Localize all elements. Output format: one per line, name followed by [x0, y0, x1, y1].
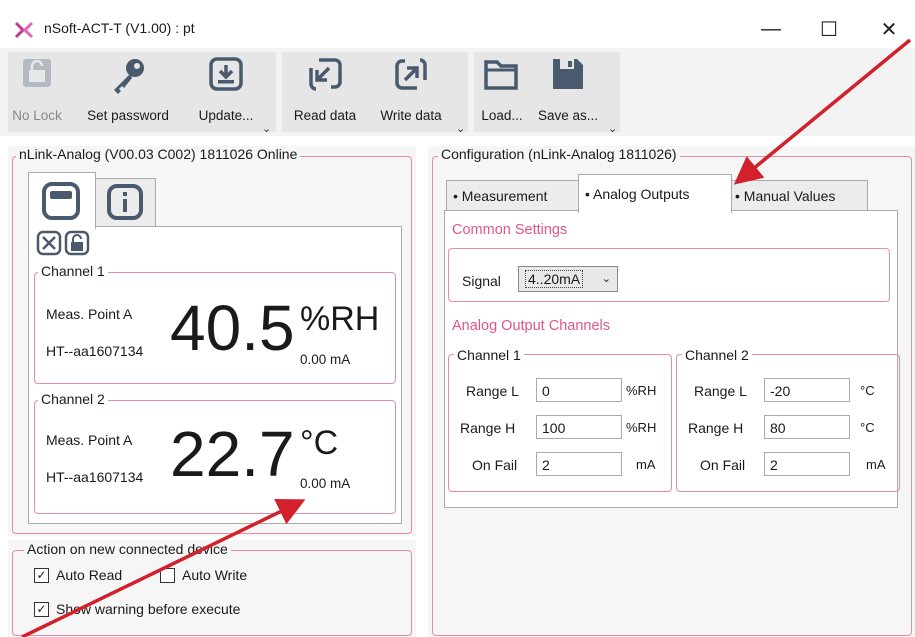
- more-chevron-icon[interactable]: ⌄: [456, 122, 465, 135]
- no-lock-icon: [23, 59, 51, 87]
- maximize-icon: ☐: [820, 18, 838, 41]
- no-lock-label: No Lock: [12, 108, 62, 123]
- device-panel-title: nLink-Analog (V00.03 C002) 1811026 Onlin…: [16, 146, 301, 162]
- config-panel-title: Configuration (nLink-Analog 1811026): [438, 146, 680, 162]
- toolbar-group-security: No Lock Set password Update... ⌄: [8, 52, 276, 135]
- channel-1-value: 40.5: [170, 292, 295, 364]
- range-l-label: Range L: [694, 383, 747, 399]
- channel-1-range-l-unit: %RH: [626, 383, 657, 398]
- channel-2-sensor: HT--aa1607134: [46, 469, 144, 485]
- update-button[interactable]: Update...: [188, 52, 264, 132]
- write-data-button[interactable]: Write data: [368, 52, 454, 132]
- channel-1-range-h-unit: %RH: [626, 420, 657, 435]
- auto-read-label: Auto Read: [56, 567, 123, 583]
- no-lock-button[interactable]: No Lock: [8, 52, 66, 132]
- write-data-label: Write data: [380, 108, 442, 123]
- range-h-label: Range H: [460, 420, 516, 436]
- minimize-button[interactable]: —: [748, 12, 794, 46]
- app-logo-icon: [14, 21, 34, 39]
- update-label: Update...: [198, 108, 254, 123]
- auto-read-checkbox[interactable]: ✓: [34, 568, 49, 583]
- maximize-button[interactable]: ☐: [806, 12, 852, 46]
- load-button[interactable]: Load...: [474, 52, 530, 132]
- common-settings-heading: Common Settings: [452, 222, 568, 238]
- save-as-label: Save as...: [537, 108, 599, 123]
- channel-1-on-fail-input[interactable]: 2: [536, 452, 622, 476]
- channel-1-range-h-input[interactable]: 100: [536, 415, 622, 439]
- close-button[interactable]: ✕: [866, 12, 912, 46]
- channel-2-on-fail-unit: mA: [866, 457, 886, 472]
- tab-display[interactable]: [28, 172, 96, 229]
- channel-2-title: Channel 2: [38, 391, 108, 407]
- channel-2-range-h-input[interactable]: 80: [764, 415, 850, 439]
- set-password-label: Set password: [87, 108, 169, 123]
- channel-2-range-l-unit: °C: [860, 383, 875, 398]
- unlock-icon[interactable]: [64, 230, 90, 256]
- auto-write-checkbox[interactable]: [160, 568, 175, 583]
- chevron-down-icon: ⌄: [601, 273, 611, 285]
- signal-value: 4..20mA: [525, 270, 584, 288]
- action-groupbox: [12, 550, 412, 636]
- set-password-button[interactable]: Set password: [80, 52, 176, 132]
- minimize-icon: —: [761, 17, 781, 40]
- save-as-button[interactable]: Save as...: [530, 52, 606, 132]
- window-title: nSoft-ACT-T (V1.00) : pt: [44, 20, 195, 36]
- display-icon: [42, 182, 80, 220]
- toolbar-group-data: Read data Write data ⌄: [282, 52, 468, 135]
- read-data-button[interactable]: Read data: [282, 52, 368, 132]
- channel-2-point: Meas. Point A: [46, 432, 133, 448]
- show-warning-label: Show warning before execute: [56, 601, 241, 617]
- download-icon: [209, 57, 243, 91]
- toolbar: No Lock Set password Update... ⌄ Read da…: [0, 48, 915, 136]
- channel-2-range-h-unit: °C: [860, 420, 875, 435]
- save-disk-icon: [553, 59, 583, 89]
- read-data-icon: [309, 58, 342, 91]
- read-data-label: Read data: [293, 108, 357, 123]
- channel-2-value: 22.7: [170, 418, 295, 490]
- common-settings-box: [448, 248, 890, 302]
- channel-1-unit: %RH: [300, 300, 380, 338]
- channel-1-on-fail-unit: mA: [636, 457, 656, 472]
- tab-analog-outputs[interactable]: • Analog Outputs: [578, 174, 732, 213]
- channel-1-range-l-input[interactable]: 0: [536, 378, 622, 402]
- range-l-label: Range L: [466, 383, 519, 399]
- output-channel-2-title: Channel 2: [682, 347, 752, 363]
- auto-write-label: Auto Write: [182, 567, 248, 583]
- tab-manual-values[interactable]: • Manual Values: [728, 180, 868, 211]
- disconnect-icon[interactable]: [36, 230, 62, 256]
- analog-output-channels-heading: Analog Output Channels: [452, 318, 610, 334]
- show-warning-checkbox[interactable]: ✓: [34, 602, 49, 617]
- info-icon: [107, 184, 143, 220]
- close-icon: ✕: [880, 18, 898, 41]
- more-chevron-icon[interactable]: ⌄: [608, 122, 617, 135]
- signal-select[interactable]: 4..20mA ⌄: [518, 266, 618, 292]
- range-h-label: Range H: [688, 420, 744, 436]
- channel-1-title: Channel 1: [38, 263, 108, 279]
- channel-1-sensor: HT--aa1607134: [46, 343, 144, 359]
- channel-2-unit: °C: [300, 424, 339, 462]
- tab-info[interactable]: [94, 178, 156, 227]
- channel-2-current: 0.00 mA: [300, 476, 351, 491]
- output-channel-1-title: Channel 1: [454, 347, 524, 363]
- channel-1-current: 0.00 mA: [300, 352, 351, 367]
- channel-2-on-fail-input[interactable]: 2: [764, 452, 850, 476]
- key-icon: [114, 59, 144, 94]
- on-fail-label: On Fail: [700, 457, 746, 473]
- more-chevron-icon[interactable]: ⌄: [262, 122, 271, 135]
- title-bar: nSoft-ACT-T (V1.00) : pt — ☐ ✕: [0, 0, 915, 48]
- load-label: Load...: [481, 108, 523, 123]
- on-fail-label: On Fail: [472, 457, 518, 473]
- tab-measurement[interactable]: • Measurement: [446, 180, 582, 211]
- action-panel-title: Action on new connected device: [24, 541, 231, 557]
- channel-1-point: Meas. Point A: [46, 306, 133, 322]
- write-data-icon: [395, 58, 427, 90]
- channel-2-range-l-input[interactable]: -20: [764, 378, 850, 402]
- folder-icon: [484, 60, 518, 90]
- toolbar-group-file: Load... Save as... ⌄: [474, 52, 620, 135]
- signal-label: Signal: [462, 273, 501, 289]
